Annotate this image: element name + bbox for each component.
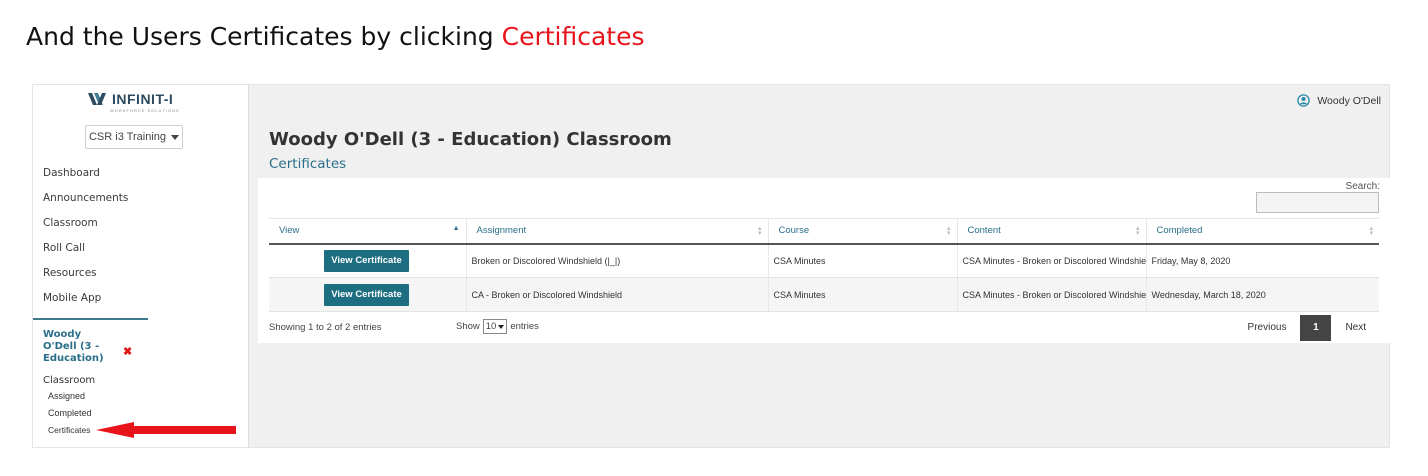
view-certificate-button[interactable]: View Certificate [324, 283, 409, 306]
table-cell: Wednesday, March 18, 2020 [1145, 277, 1379, 312]
column-header-label: Course [778, 225, 810, 237]
sidebar-item-classroom[interactable]: Classroom [43, 215, 128, 240]
sort-icon: ▴ ▾ [946, 225, 951, 237]
caption-text: And the Users Certificates by clicking [26, 22, 502, 51]
table-cell: View Certificate [269, 243, 466, 278]
pagination-previous[interactable]: Previous [1234, 315, 1301, 341]
sidebar-item-roll-call[interactable]: Roll Call [43, 240, 128, 265]
table-cell: CSA Minutes [767, 243, 957, 278]
table-info: Showing 1 to 2 of 2 entries [269, 322, 382, 333]
sidebar-item-certificates[interactable]: Certificates [48, 425, 91, 435]
column-header-assignment[interactable]: Assignment ▴ ▾ [465, 218, 768, 245]
sidebar-nav: Dashboard Announcements Classroom Roll C… [43, 165, 128, 315]
pagination-page-1[interactable]: 1 [1300, 315, 1332, 341]
column-header-label: Completed [1156, 225, 1203, 237]
sidebar-item-assigned[interactable]: Assigned [48, 391, 85, 401]
certificates-table: View ▲ Assignment ▴ ▾ Course ▴ ▾ Content ▴ ▾ Co… [269, 218, 1379, 312]
table-cell: View Certificate [269, 277, 466, 312]
page-length-value: 10 [485, 321, 497, 332]
table-row: View Certificate CA - Broken or Discolor… [269, 277, 1379, 312]
tenant-select-value: CSR i3 Training [88, 131, 167, 143]
page-length-select[interactable]: 10 [482, 319, 508, 334]
sidebar-item-mobile-app[interactable]: Mobile App [43, 290, 128, 315]
length-prefix: Show [456, 321, 480, 332]
table-cell: CSA Minutes - Broken or Discolored Winds… [956, 277, 1146, 312]
brand-tagline: WORKFORCE SOLUTIONS [110, 108, 180, 113]
column-header-label: Assignment [476, 225, 527, 237]
table-cell: Broken or Discolored Windshield (|_|) [465, 243, 768, 278]
infiniti-logo-icon [88, 93, 106, 105]
pagination: Previous 1 Next [1234, 315, 1380, 341]
header-user-name: Woody O'Dell [1317, 94, 1381, 107]
tenant-select[interactable]: CSR i3 Training [85, 125, 183, 149]
column-header-content[interactable]: Content ▴ ▾ [956, 218, 1146, 245]
app-screenshot: INFINIT-I WORKFORCE SOLUTIONS CSR i3 Tra… [32, 84, 1390, 448]
table-cell: Friday, May 8, 2020 [1145, 243, 1379, 278]
column-header-view[interactable]: View ▲ [269, 218, 466, 245]
close-icon[interactable]: ✖ [123, 345, 132, 358]
search-label: Search: [1345, 181, 1380, 192]
table-row: View Certificate Broken or Discolored Wi… [269, 243, 1379, 278]
header-user-menu[interactable]: Woody O'Dell [1297, 94, 1381, 107]
brand-name: INFINIT-I [112, 91, 174, 107]
table-header-row: View ▲ Assignment ▴ ▾ Course ▴ ▾ Content ▴ ▾ Co… [269, 218, 1379, 245]
sidebar-item-completed[interactable]: Completed [48, 408, 92, 418]
sidebar-item-announcements[interactable]: Announcements [43, 190, 128, 215]
sidebar-item-resources[interactable]: Resources [43, 265, 128, 290]
sidebar-classroom-heading: Classroom [43, 375, 96, 386]
page-length-control: Show 10 entries [456, 319, 539, 334]
sort-asc-icon: ▲ [452, 225, 460, 232]
table-cell: CA - Broken or Discolored Windshield [465, 277, 768, 312]
sort-icon: ▴ ▾ [757, 225, 762, 237]
column-header-completed[interactable]: Completed ▴ ▾ [1145, 218, 1379, 245]
table-cell: CSA Minutes - Broken or Discolored Winds… [956, 243, 1146, 278]
instruction-caption: And the Users Certificates by clicking C… [26, 22, 645, 51]
caption-highlight: Certificates [501, 22, 645, 51]
certificates-panel: Search: View ▲ Assignment ▴ ▾ Course ▴ ▾ Cont… [258, 178, 1390, 343]
selected-user-link[interactable]: Woody O'Dell (3 - Education) [43, 329, 113, 365]
sidebar-divider [33, 318, 148, 320]
search-input[interactable] [1256, 192, 1379, 213]
brand-logo[interactable]: INFINIT-I WORKFORCE SOLUTIONS [88, 91, 179, 113]
user-circle-icon [1297, 94, 1311, 107]
page-subtitle: Certificates [269, 156, 347, 172]
sidebar-item-dashboard[interactable]: Dashboard [43, 165, 128, 190]
page-title: Woody O'Dell (3 - Education) Classroom [269, 129, 672, 150]
column-header-label: Content [967, 225, 1001, 237]
view-certificate-button[interactable]: View Certificate [324, 249, 409, 272]
sidebar: INFINIT-I WORKFORCE SOLUTIONS CSR i3 Tra… [33, 85, 249, 447]
sort-icon: ▴ ▾ [1135, 225, 1140, 237]
caret-down-icon [171, 134, 180, 140]
sort-icon: ▴ ▾ [1369, 225, 1373, 237]
pagination-next[interactable]: Next [1331, 315, 1380, 341]
caret-down-icon [498, 324, 505, 329]
column-header-course[interactable]: Course ▴ ▾ [767, 218, 957, 245]
column-header-label: View [279, 225, 300, 237]
length-suffix: entries [510, 321, 539, 332]
annotation-arrow-icon [96, 422, 236, 438]
table-cell: CSA Minutes [767, 277, 957, 312]
